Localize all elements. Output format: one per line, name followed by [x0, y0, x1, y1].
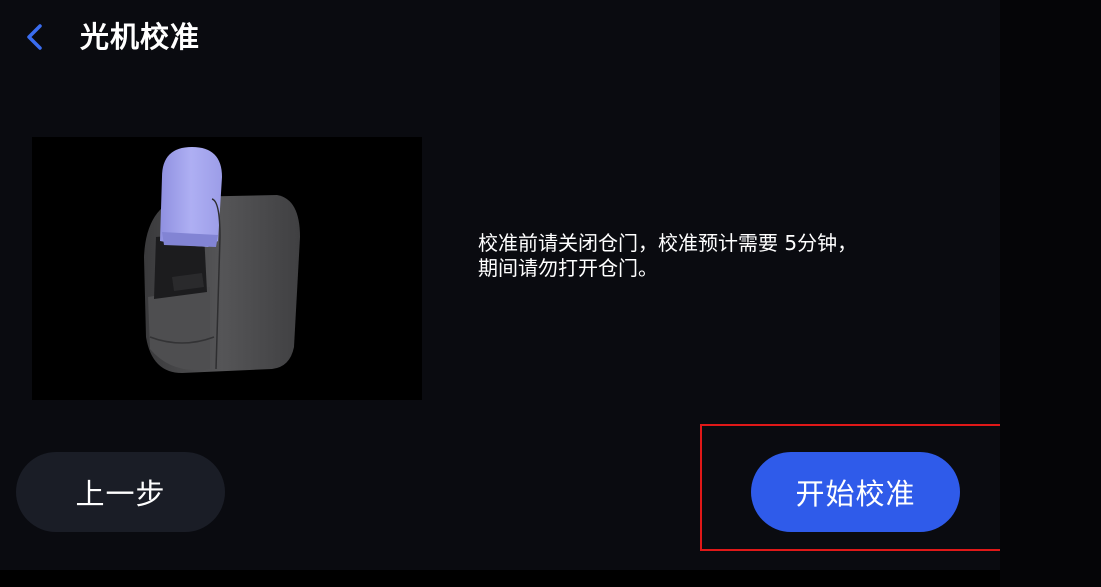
header: 光机校准 — [0, 0, 1000, 78]
right-margin — [1000, 0, 1101, 587]
start-calibration-button[interactable]: 开始校准 — [751, 452, 960, 532]
bottom-margin — [0, 570, 1000, 587]
calibration-instruction: 校准前请关闭仓门，校准预计需要 5分钟， 期间请勿打开仓门。 — [478, 231, 958, 281]
page-title: 光机校准 — [80, 20, 201, 54]
instruction-line-1: 校准前请关闭仓门，校准预计需要 5分钟， — [478, 231, 858, 255]
printer-illustration — [32, 137, 422, 400]
previous-step-button[interactable]: 上一步 — [16, 452, 225, 532]
printer-image — [144, 147, 300, 373]
back-button[interactable] — [14, 16, 56, 58]
chevron-left-icon — [27, 24, 42, 50]
instruction-line-2: 期间请勿打开仓门。 — [478, 256, 658, 280]
app-screen: 光机校准 校准前请关闭仓门，校准预计需要 5分钟， 期间请勿打开仓门。 上一步 … — [0, 0, 1023, 570]
